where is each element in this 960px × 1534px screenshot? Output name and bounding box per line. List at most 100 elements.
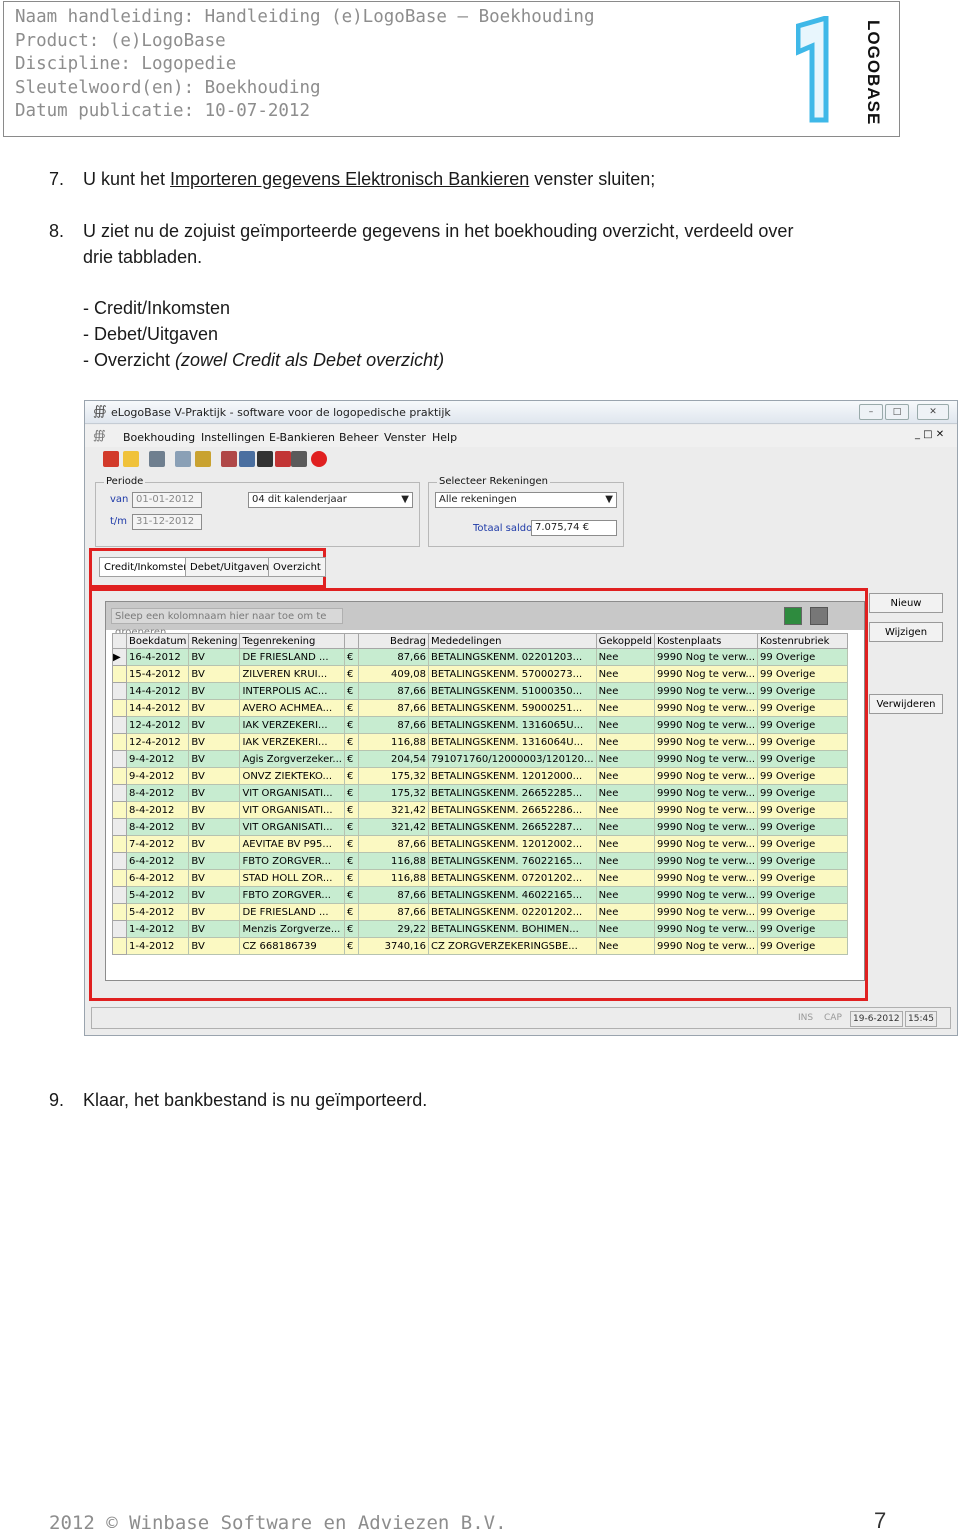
help-icon[interactable] (291, 451, 307, 467)
print-icon[interactable] (810, 607, 828, 625)
table-cell: 1-4-2012 (125, 920, 190, 938)
column-header[interactable]: Rekening (188, 633, 241, 649)
table-cell: BETALINGSKENM. 26652285... (427, 784, 597, 802)
row-indicator (112, 937, 127, 955)
table-row[interactable]: 6-4-2012 BV STAD HOLL ZOR... €116,88 BETALIN… (112, 869, 848, 887)
table-cell: BETALINGSKENM. 07201202... (427, 869, 597, 887)
menu-help[interactable]: Help (432, 431, 457, 444)
table-cell: € (343, 852, 359, 870)
period-select[interactable]: 04 dit kalenderjaar ▼ (248, 492, 413, 508)
row-indicator (112, 716, 127, 734)
table-cell: BV (188, 937, 241, 955)
column-header[interactable]: Tegenrekening (239, 633, 345, 649)
toolbar-icon-5[interactable] (195, 451, 211, 467)
table-row[interactable]: 8-4-2012 BV VIT ORGANISATI... €175,32 BETALI… (112, 784, 848, 802)
close-button[interactable]: ✕ (917, 404, 949, 420)
row-indicator (112, 699, 127, 717)
toolbar-icon-2[interactable] (123, 451, 139, 467)
table-cell: BETALINGSKENM. 76022165... (427, 852, 597, 870)
rekening-select[interactable]: Alle rekeningen ▼ (435, 492, 617, 508)
table-row[interactable]: 9-4-2012 BV ONVZ ZIEKTEKO... €175,32 BETALIN… (112, 767, 848, 785)
status-time: 15:45 (905, 1011, 937, 1027)
table-cell: 99 Overige (757, 852, 848, 870)
toolbar-icon-8[interactable] (257, 451, 273, 467)
toolbar-icon-3[interactable] (149, 451, 165, 467)
rekeningen-group: Selecteer Rekeningen Alle rekeningen ▼ To… (428, 476, 624, 547)
menu-boekhouding[interactable]: Boekhouding (123, 431, 195, 444)
column-header[interactable]: Kostenplaats (654, 633, 758, 649)
toolbar-icon-1[interactable] (103, 451, 119, 467)
table-cell: Nee (595, 801, 656, 819)
toolbar-icon-7[interactable] (239, 451, 255, 467)
toolbar-icon-4[interactable] (175, 451, 191, 467)
table-cell: 8-4-2012 (125, 801, 190, 819)
menu-e-bankieren[interactable]: E-Bankieren (269, 431, 335, 444)
excel-icon[interactable] (784, 607, 802, 625)
mdi-controls[interactable]: _ □ ✕ (915, 429, 944, 440)
van-date-field[interactable]: 01-01-2012 (132, 492, 202, 508)
table-row[interactable]: 8-4-2012 BV VIT ORGANISATI... €321,42 BETALI… (112, 801, 848, 819)
table-cell: 116,88 (357, 852, 429, 870)
table-row[interactable]: 7-4-2012 BV AEVITAE BV P95... €87,66 BETALIN… (112, 835, 848, 853)
column-header[interactable]: Boekdatum (125, 633, 190, 649)
maximize-button[interactable]: □ (885, 404, 909, 420)
minimize-button[interactable]: – (859, 404, 883, 420)
column-header[interactable]: Bedrag (357, 633, 429, 649)
table-row[interactable]: 14-4-2012 BV AVERO ACHMEA... €87,66 BETALING… (112, 699, 848, 717)
status-bar: INS CAP 19-6-2012 15:45 (91, 1007, 951, 1029)
wijzigen-button[interactable]: Wijzigen (869, 622, 943, 642)
verwijderen-button[interactable]: Verwijderen (869, 694, 943, 714)
toolbar-icon-9[interactable] (275, 451, 291, 467)
column-header[interactable]: Mededelingen (427, 633, 597, 649)
table-row[interactable]: ▶ 16-4-2012 BV DE FRIESLAND ... €87,66 BETALI… (112, 648, 848, 666)
stop-icon[interactable] (311, 451, 327, 467)
nieuw-button[interactable]: Nieuw (869, 593, 943, 613)
tab-credit[interactable]: Credit/Inkomsten (99, 557, 195, 577)
toolbar-icon-6[interactable] (221, 451, 237, 467)
table-cell: Nee (595, 767, 656, 785)
row-indicator (112, 818, 127, 836)
table-row[interactable]: 9-4-2012 BV Agis Zorgverzeker... €204,54 791… (112, 750, 848, 768)
table-row[interactable]: 6-4-2012 BV FBTO ZORGVER... €116,88 BETALING… (112, 852, 848, 870)
table-row[interactable]: 8-4-2012 BV VIT ORGANISATI... €321,42 BETALI… (112, 818, 848, 836)
table-cell: Nee (595, 733, 656, 751)
table-row[interactable]: 12-4-2012 BV IAK VERZEKERI... €116,88 BETALI… (112, 733, 848, 751)
menu-instellingen[interactable]: Instellingen (201, 431, 265, 444)
table-cell: 9990 Nog te verw... (654, 801, 758, 819)
window-title: eLogoBase V-Praktijk - software voor de … (111, 406, 451, 419)
table-row[interactable]: 5-4-2012 BV FBTO ZORGVER... €87,66 BETALINGS… (112, 886, 848, 904)
table-cell: 99 Overige (757, 903, 848, 921)
table-cell: 116,88 (357, 869, 429, 887)
table-row[interactable]: 1-4-2012 BV CZ 668186739 €3740,16 CZ ZORGVER… (112, 937, 848, 955)
table-cell: BV (188, 682, 241, 700)
table-cell: BV (188, 869, 241, 887)
table-cell: 12-4-2012 (125, 733, 190, 751)
table-cell: € (343, 699, 359, 717)
table-cell: 16-4-2012 (125, 648, 190, 666)
group-hint: Sleep een kolomnaam hier naar toe om te … (111, 608, 343, 638)
column-header[interactable]: Kostenrubriek (757, 633, 848, 649)
column-header[interactable] (343, 633, 359, 649)
table-row[interactable]: 15-4-2012 BV ZILVEREN KRUI... €409,08 BETALI… (112, 665, 848, 683)
table-row[interactable]: 14-4-2012 BV INTERPOLIS AC... €87,66 BETALIN… (112, 682, 848, 700)
table-row[interactable]: 12-4-2012 BV IAK VERZEKERI... €87,66 BETALIN… (112, 716, 848, 734)
tm-date-field[interactable]: 31-12-2012 (132, 514, 202, 530)
table-row[interactable]: 5-4-2012 BV DE FRIESLAND ... €87,66 BETALING… (112, 903, 848, 921)
column-header[interactable]: Gekoppeld (595, 633, 656, 649)
step-9-number: 9. (49, 1090, 65, 1110)
tab-overzicht[interactable]: Overzicht (268, 557, 326, 577)
tab-debet[interactable]: Debet/Uitgaven (185, 557, 274, 577)
row-indicator (112, 767, 127, 785)
table-cell: 29,22 (357, 920, 429, 938)
table-row[interactable]: 1-4-2012 BV Menzis Zorgverze... €29,22 BETAL… (112, 920, 848, 938)
table-cell: VIT ORGANISATI... (239, 818, 345, 836)
table-cell: BV (188, 733, 241, 751)
menu-venster[interactable]: Venster (384, 431, 426, 444)
menu-beheer[interactable]: Beheer (339, 431, 378, 444)
table-cell: 87,66 (357, 835, 429, 853)
table-cell: 9990 Nog te verw... (654, 682, 758, 700)
step-7-link[interactable]: Importeren gegevens Elektronisch Bankier… (170, 169, 529, 189)
table-cell: BV (188, 665, 241, 683)
table-cell: AVERO ACHMEA... (239, 699, 345, 717)
saldo-label: Totaal saldo (473, 523, 533, 534)
